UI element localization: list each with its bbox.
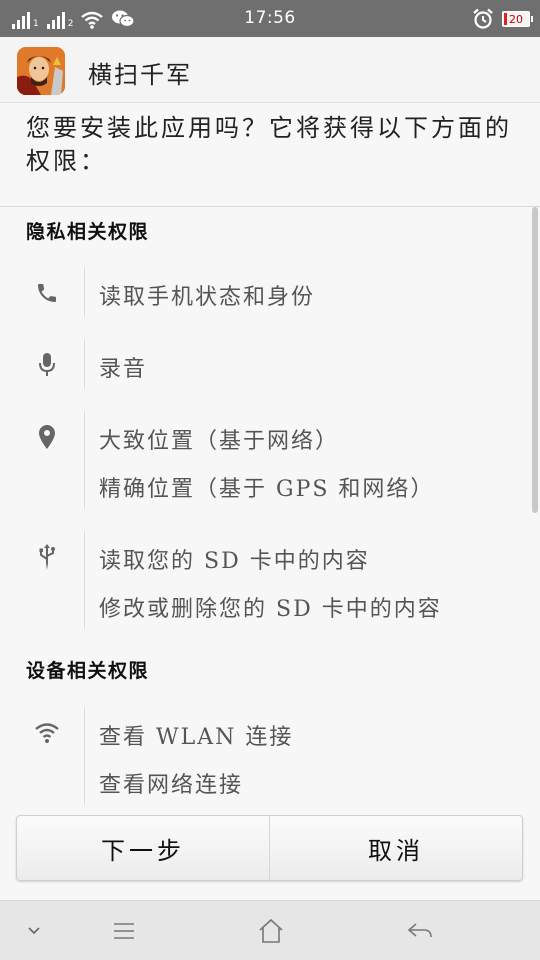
battery-level: 20: [509, 12, 523, 26]
permission-item: 录音: [99, 357, 148, 382]
permission-group-storage: 读取您的 SD 卡中的内容 修改或删除您的 SD 卡中的内容: [0, 531, 520, 631]
menu-icon[interactable]: [104, 913, 144, 949]
wifi-icon: [34, 720, 60, 746]
permission-separator: [84, 339, 85, 389]
chevron-down-icon[interactable]: [14, 913, 54, 949]
app-icon-warrior: [17, 47, 65, 95]
usb-icon: [34, 544, 60, 570]
permission-separator: [84, 411, 85, 509]
permission-item: 精确位置（基于 GPS 和网络）: [99, 477, 435, 502]
permission-group-phone: 读取手机状态和身份: [0, 267, 520, 319]
clock: 17:56: [244, 8, 296, 28]
permission-item: 大致位置（基于网络）: [99, 429, 340, 454]
section-title-device: 设备相关权限: [26, 660, 150, 682]
action-buttons: 下一步 取消: [16, 815, 523, 881]
microphone-icon: [34, 352, 60, 378]
alarm-icon: [473, 8, 493, 29]
permission-item: 读取您的 SD 卡中的内容: [99, 549, 370, 574]
permission-item: 读取手机状态和身份: [99, 285, 316, 310]
navigation-bar: [0, 900, 540, 960]
location-pin-icon: [34, 424, 60, 450]
permission-list[interactable]: 隐私相关权限 读取手机状态和身份 录音 大致位置（基于网络） 精确位置（基于 G…: [0, 207, 540, 807]
permission-item: 查看 WLAN 连接: [99, 725, 294, 750]
permission-separator: [84, 531, 85, 629]
next-button[interactable]: 下一步: [17, 816, 269, 880]
app-header: 横扫千军: [0, 37, 540, 103]
cancel-button[interactable]: 取消: [269, 816, 522, 880]
permission-group-microphone: 录音: [0, 339, 520, 391]
permission-group-location: 大致位置（基于网络） 精确位置（基于 GPS 和网络）: [0, 411, 520, 511]
phone-icon: [34, 280, 60, 306]
permission-item: 修改或删除您的 SD 卡中的内容: [99, 597, 442, 622]
permission-item: 查看网络连接: [99, 773, 244, 798]
status-bar: 1 2 17:56 20: [0, 0, 540, 37]
scrollbar[interactable]: [532, 207, 538, 513]
permission-separator: [84, 707, 85, 805]
battery-icon: 20: [502, 11, 533, 27]
home-icon[interactable]: [251, 913, 291, 949]
back-icon[interactable]: [400, 913, 440, 949]
permission-separator: [84, 267, 85, 317]
app-name: 横扫千军: [88, 61, 192, 89]
permission-group-network: 查看 WLAN 连接 查看网络连接: [0, 707, 520, 807]
section-title-privacy: 隐私相关权限: [26, 221, 150, 243]
status-right: 20: [472, 8, 533, 30]
install-prompt: 您要安装此应用吗？它将获得以下方面的权限：: [26, 114, 512, 175]
